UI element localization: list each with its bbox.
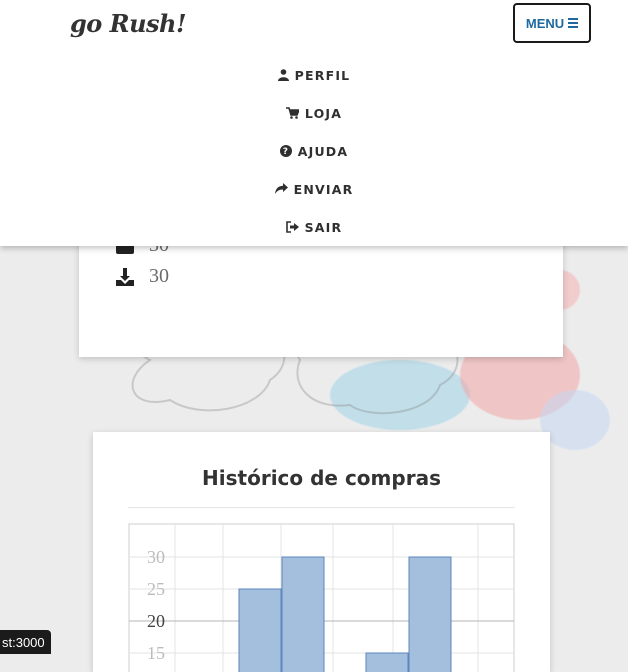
chart-card: Histórico de compras 30 25 20 15 [93,432,550,672]
bar [238,588,282,672]
share-icon [274,183,288,194]
logo[interactable]: go Rush! [70,9,187,38]
site-header: go Rush! MENU PERFIL LOJA ? AJUDA ENVIAR… [0,0,628,246]
nav-item-label: SAIR [304,219,343,235]
nav-item-perfil[interactable]: PERFIL [0,56,628,94]
nav-item-ajuda[interactable]: ? AJUDA [0,132,628,170]
user-icon [277,69,289,81]
nav-item-label: LOJA [304,105,343,121]
sign-out-icon [285,221,299,233]
question-circle-icon: ? [279,145,292,157]
menu-label: MENU [525,15,565,31]
bar [408,556,452,672]
nav-item-label: ENVIAR [293,181,354,197]
cart-icon [285,107,299,119]
hamburger-icon [568,16,579,30]
nav-menu: PERFIL LOJA ? AJUDA ENVIAR SAIR [0,56,628,246]
nav-item-loja[interactable]: LOJA [0,94,628,132]
bar [365,652,409,672]
y-tick-label: 30 [147,547,165,567]
y-tick-label: 25 [147,579,165,599]
y-tick-label: 20 [147,611,165,631]
stat-value: 30 [149,265,169,287]
y-tick-label: 15 [147,643,165,663]
svg-text:?: ? [283,147,289,157]
nav-item-label: PERFIL [294,67,351,83]
status-tooltip: st:3000 [0,630,51,654]
nav-item-enviar[interactable]: ENVIAR [0,170,628,208]
nav-item-label: AJUDA [297,143,349,159]
menu-button[interactable]: MENU [513,3,591,43]
nav-item-sair[interactable]: SAIR [0,208,628,246]
bar [281,556,325,672]
bar-chart: 30 25 20 15 [128,523,515,672]
stat-row: 30 [115,265,169,288]
download-icon [115,267,135,287]
